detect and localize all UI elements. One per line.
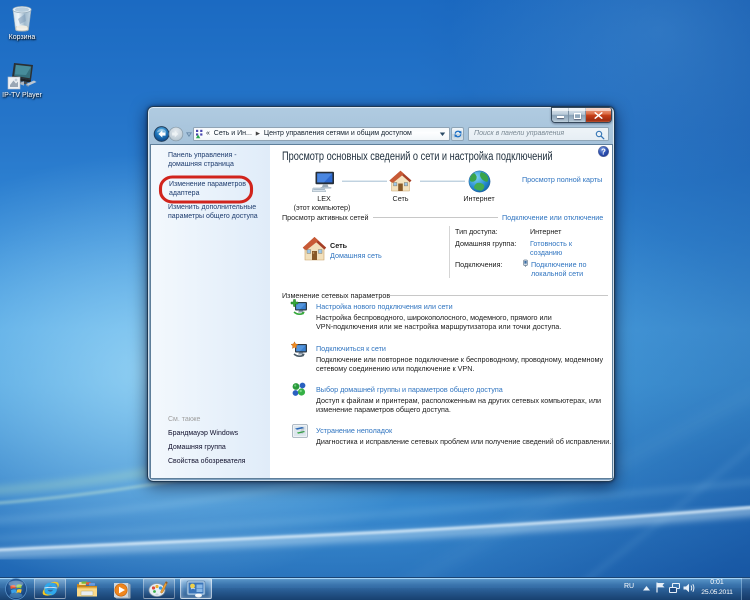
- svg-text:?: ?: [601, 147, 606, 156]
